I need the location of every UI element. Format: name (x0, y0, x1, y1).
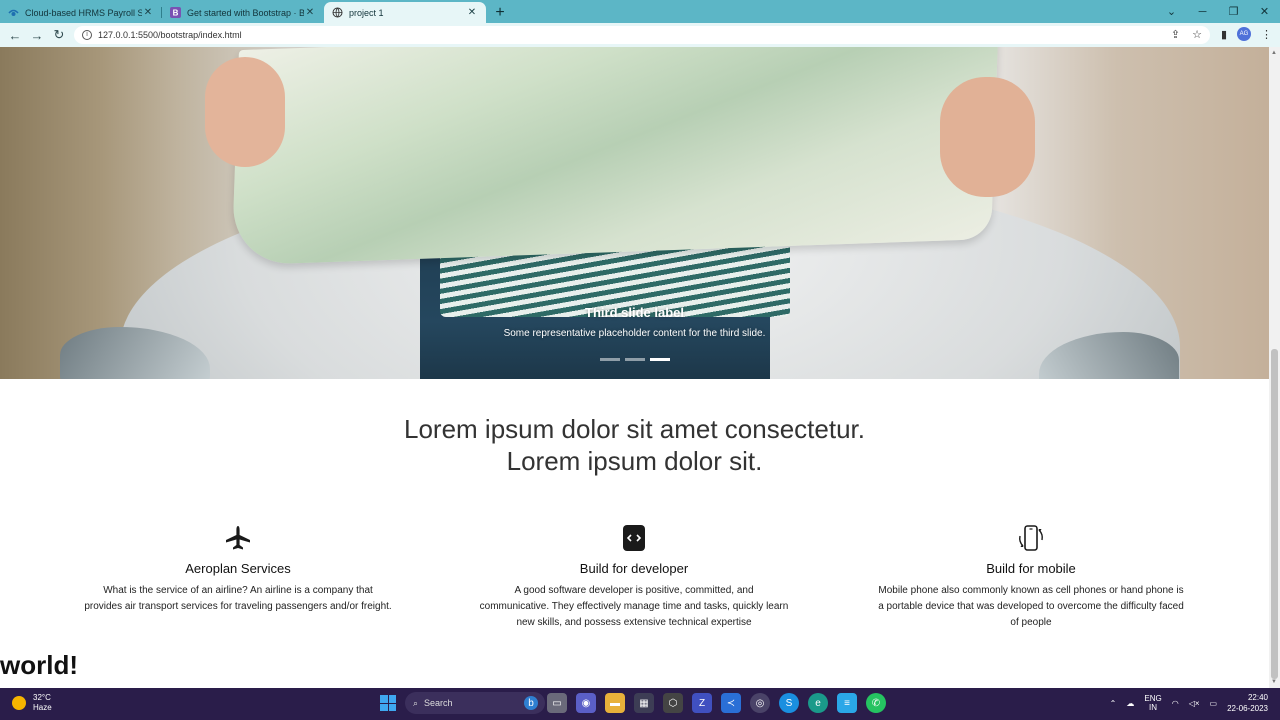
hero-carousel[interactable]: Third slide label Some representative pl… (0, 47, 1269, 379)
chevron-up-icon[interactable]: ⌃ (1110, 699, 1117, 708)
url-bar[interactable]: i 127.0.0.1:5500/bootstrap/index.html ⇪ … (74, 26, 1210, 44)
phone-rotate-icon (1016, 523, 1046, 553)
world-heading: world! (0, 650, 78, 680)
bootstrap-icon: B (170, 7, 181, 18)
feature-text: A good software developer is positive, c… (479, 585, 789, 628)
feature-title: Aeroplan Services (185, 561, 291, 576)
windows-start-icon[interactable] (380, 695, 396, 711)
carousel-indicator-1[interactable] (599, 358, 620, 361)
scroll-down-icon[interactable]: ▼ (1271, 679, 1277, 685)
battery-icon[interactable]: ▭ (1210, 699, 1218, 708)
code-icon (619, 523, 649, 553)
new-tab-button[interactable]: + (486, 2, 514, 23)
weather-temperature: 32°C (33, 693, 51, 702)
chrome-icon[interactable]: ◎ (750, 693, 770, 713)
taskbar-apps: ⌕ Search b ▭ ◉ ▬ ▦ ⬡ Z ≺ ◎ S e ≡ ✆ (380, 692, 886, 714)
browser-tab-strip: Cloud-based HRMS Payroll Softw ✕ B Get s… (0, 0, 1280, 23)
url-text: 127.0.0.1:5500/bootstrap/index.html (98, 30, 242, 40)
tab-label: Get started with Bootstrap · Boot (187, 7, 304, 18)
weather-widget[interactable]: 32°C Haze (12, 693, 52, 713)
clock[interactable]: 22:40 22-06-2023 (1227, 692, 1268, 714)
svg-text:B: B (173, 9, 179, 18)
carousel-image-hand (940, 77, 1035, 197)
window-controls: ⌄ ─ ❐ ✕ (1156, 0, 1280, 23)
clock-date: 22-06-2023 (1227, 704, 1268, 713)
site-info-icon[interactable]: i (82, 30, 92, 40)
close-tab-icon[interactable]: ✕ (304, 7, 316, 18)
tab-search-icon[interactable]: ⌄ (1156, 5, 1187, 18)
tab-bootstrap[interactable]: B Get started with Bootstrap · Boot ✕ (162, 2, 324, 23)
power-automate-icon[interactable]: Z (692, 693, 712, 713)
wifi-icon[interactable]: ◠ (1172, 699, 1179, 708)
skype-icon[interactable]: S (779, 693, 799, 713)
vscode-icon[interactable]: ≺ (721, 693, 741, 713)
hrms-icon (8, 7, 19, 18)
os-taskbar: 32°C Haze ⌕ Search b ▭ ◉ ▬ ▦ ⬡ Z ≺ ◎ S e… (0, 688, 1280, 720)
app-icon[interactable]: ⬡ (663, 693, 683, 713)
language-bottom: IN (1149, 703, 1158, 712)
feature-developer: Build for developer A good software deve… (479, 523, 789, 631)
minimize-button[interactable]: ─ (1187, 6, 1218, 18)
maximize-button[interactable]: ❐ (1218, 5, 1249, 18)
clock-time: 22:40 (1247, 693, 1268, 702)
system-tray: ⌃ ☁ ENG IN ◠ ◁× ▭ 22:40 22-06-2023 (1110, 692, 1268, 714)
whatsapp-icon[interactable]: ✆ (866, 693, 886, 713)
volume-muted-icon[interactable]: ◁× (1189, 699, 1200, 708)
side-panel-icon[interactable]: ▮ (1221, 28, 1227, 41)
tab-project-1[interactable]: project 1 ✕ (324, 2, 486, 23)
carousel-indicator-3[interactable] (649, 358, 670, 361)
scroll-up-icon[interactable]: ▲ (1271, 50, 1277, 56)
weather-condition: Haze (33, 703, 52, 712)
feature-text: Mobile phone also commonly known as cell… (878, 585, 1184, 628)
notepad-icon[interactable]: ≡ (837, 693, 857, 713)
carousel-image-hand (205, 57, 285, 167)
close-tab-icon[interactable]: ✕ (142, 7, 154, 18)
feature-aeroplan: Aeroplan Services What is the service of… (83, 523, 393, 615)
reload-icon[interactable]: ↻ (48, 27, 70, 43)
close-tab-icon[interactable]: ✕ (466, 7, 478, 18)
close-window-button[interactable]: ✕ (1249, 5, 1280, 18)
task-view-icon[interactable]: ▭ (547, 693, 567, 713)
carousel-indicator-2[interactable] (624, 358, 645, 361)
feature-title: Build for developer (579, 561, 689, 576)
back-icon[interactable]: ← (4, 28, 26, 43)
scrollbar-thumb[interactable] (1271, 349, 1278, 679)
search-icon: ⌕ (413, 697, 419, 708)
feature-text: What is the service of an airline? An ai… (84, 585, 392, 612)
carousel-indicators (0, 358, 1269, 361)
feature-title: Build for mobile (986, 561, 1076, 576)
lead-line-2: Lorem ipsum dolor sit. (506, 446, 763, 476)
more-menu-icon[interactable]: ⋮ (1261, 28, 1272, 41)
tab-label: Cloud-based HRMS Payroll Softw (25, 7, 142, 18)
carousel-image-map (231, 47, 999, 266)
sun-haze-icon (12, 696, 26, 710)
edge-icon[interactable]: e (808, 693, 828, 713)
file-explorer-icon[interactable]: ▬ (605, 693, 625, 713)
tab-label: project 1 (349, 7, 384, 18)
onedrive-cloud-icon[interactable]: ☁ (1126, 699, 1134, 708)
address-toolbar: ← → ↻ i 127.0.0.1:5500/bootstrap/index.h… (0, 23, 1280, 47)
forward-icon[interactable]: → (26, 28, 48, 43)
microsoft-store-icon[interactable]: ▦ (634, 693, 654, 713)
search-placeholder: Search (424, 698, 453, 708)
page-viewport: Third slide label Some representative pl… (0, 47, 1280, 688)
bookmark-star-icon[interactable]: ☆ (1192, 28, 1202, 41)
language-top: ENG (1144, 694, 1162, 703)
bing-icon[interactable]: b (524, 696, 538, 710)
carousel-caption-title: Third slide label (585, 305, 684, 320)
lead-line-1: Lorem ipsum dolor sit amet consectetur. (404, 414, 865, 444)
page-scrollbar[interactable]: ▲ ▼ (1269, 47, 1280, 688)
teams-chat-icon[interactable]: ◉ (576, 693, 596, 713)
carousel-caption-text: Some representative placeholder content … (503, 328, 766, 339)
lead-heading: Lorem ipsum dolor sit amet consectetur. … (0, 413, 1269, 477)
share-icon[interactable]: ⇪ (1171, 28, 1180, 41)
tab-hrms[interactable]: Cloud-based HRMS Payroll Softw ✕ (0, 2, 162, 23)
airplane-icon (223, 523, 253, 553)
feature-mobile: Build for mobile Mobile phone also commo… (876, 523, 1186, 631)
avatar[interactable]: AG (1237, 27, 1251, 41)
language-indicator[interactable]: ENG IN (1144, 694, 1161, 712)
globe-icon (332, 7, 343, 18)
